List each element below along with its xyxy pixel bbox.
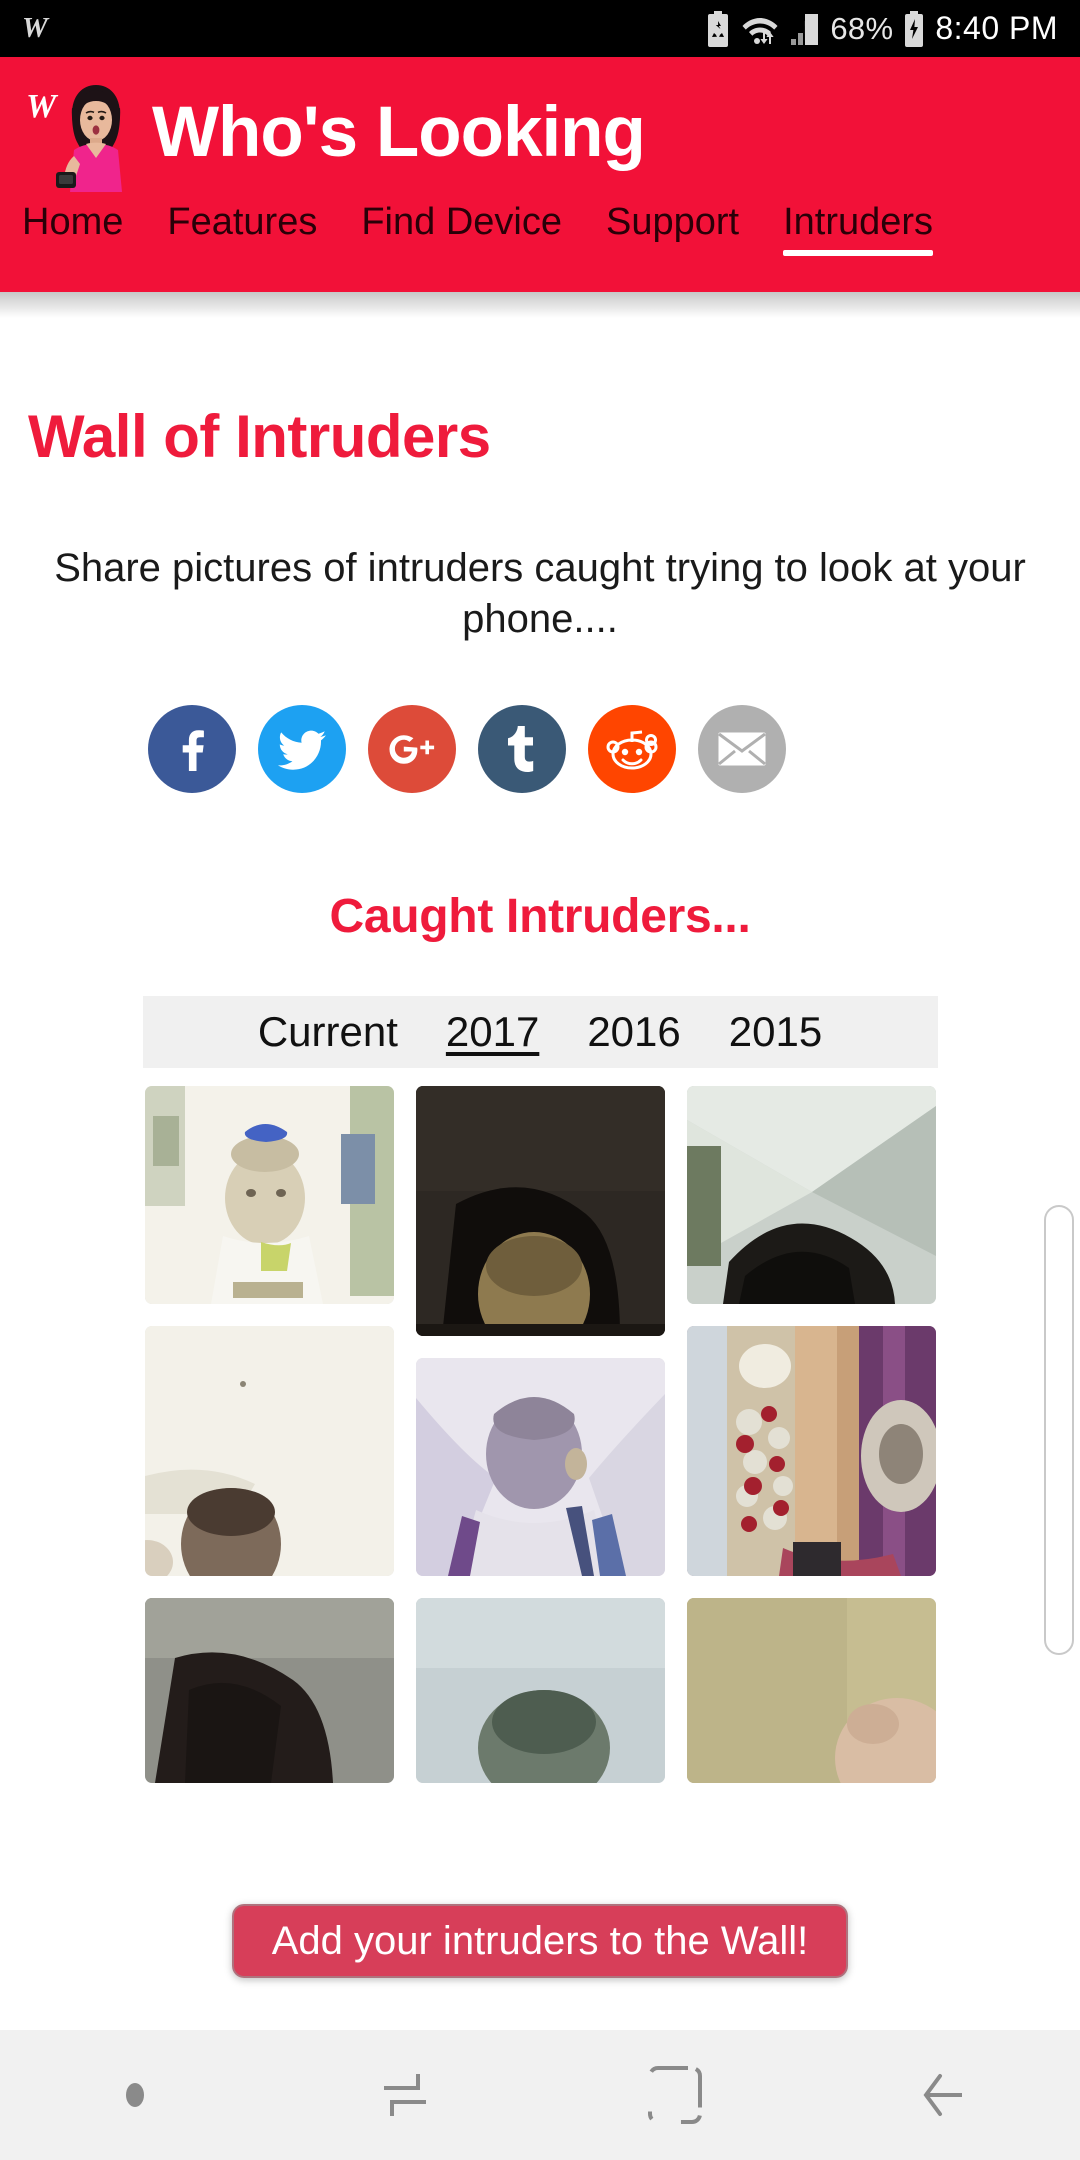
share-facebook-button[interactable] (148, 705, 236, 794)
reddit-icon (606, 730, 658, 770)
intruder-photo[interactable] (145, 1326, 394, 1577)
wifi-transfer-icon (740, 12, 780, 46)
nav-item-support[interactable]: Support (584, 201, 761, 258)
gallery-column-3 (687, 1086, 936, 1784)
status-bar-left: W (22, 12, 48, 45)
year-tab-2015[interactable]: 2015 (705, 1008, 846, 1056)
back-button[interactable] (810, 2030, 1080, 2160)
man-on-white-wall-photo (145, 1326, 394, 1577)
add-intruders-button[interactable]: Add your intruders to the Wall! (232, 1904, 848, 1978)
recents-button[interactable] (270, 2030, 540, 2160)
gallery-column-2 (416, 1086, 665, 1784)
app-logo: W (22, 72, 140, 192)
vertical-scrollbar[interactable] (1044, 1205, 1074, 1655)
ceiling-and-head-photo (687, 1086, 936, 1305)
page-description: Share pictures of intruders caught tryin… (54, 546, 1026, 642)
twitter-icon (277, 730, 326, 771)
gallery-column-1 (145, 1086, 394, 1784)
woman-with-long-hair-photo (687, 1326, 936, 1577)
light-blue-blur-photo (416, 1598, 665, 1784)
app-title: Who's Looking (152, 92, 646, 172)
facebook-icon (182, 730, 204, 772)
share-tumblr-button[interactable] (478, 705, 566, 794)
status-bar-right: 68% 8:40 PM (705, 10, 1058, 47)
app-nav: Home Features Find Device Support Intrud… (0, 201, 1080, 258)
intruder-photo[interactable] (145, 1086, 394, 1305)
nav-item-features[interactable]: Features (145, 201, 339, 258)
envelope-icon (718, 732, 766, 766)
intruder-photo-grid (145, 1086, 936, 1784)
status-bar: W 68% 8:40 PM (0, 0, 1080, 57)
section-title: Caught Intruders... (329, 890, 751, 944)
page-content: Wall of Intruders Share pictures of intr… (0, 292, 1080, 1978)
year-tab-2016[interactable]: 2016 (563, 1008, 704, 1056)
cellular-signal-icon (789, 12, 821, 46)
nav-item-find-device[interactable]: Find Device (339, 201, 584, 258)
year-tab-2017[interactable]: 2017 (422, 1008, 563, 1056)
nav-item-intruders[interactable]: Intruders (761, 201, 955, 258)
recents-icon (384, 2074, 426, 2116)
intruder-photo[interactable] (687, 1086, 936, 1305)
brand-row: W Who's Looking (0, 57, 1080, 207)
year-tab-bar: Current 2017 2016 2015 (142, 996, 938, 1069)
tan-wall-close-up-photo (687, 1598, 936, 1784)
intruder-photo[interactable] (145, 1598, 394, 1784)
share-buttons-row (148, 705, 1080, 794)
dot-icon (126, 2083, 144, 2107)
year-tab-current[interactable]: Current (234, 1008, 422, 1056)
back-arrow-icon (923, 2074, 962, 2116)
google-plus-icon (389, 735, 435, 765)
share-twitter-button[interactable] (258, 705, 346, 794)
add-intruders-label: Add your intruders to the Wall! (271, 1918, 809, 1963)
tumblr-icon (508, 726, 534, 773)
person-in-hoodie-photo (416, 1358, 665, 1577)
home-button[interactable] (540, 2030, 810, 2160)
dark-room-silhouette-photo (416, 1086, 665, 1337)
clock-label: 8:40 PM (935, 10, 1058, 46)
child-in-white-room-photo (145, 1086, 394, 1305)
share-google-plus-button[interactable] (368, 705, 456, 794)
page-title: Wall of Intruders (28, 403, 491, 470)
intruder-photo[interactable] (416, 1358, 665, 1577)
intruder-photo[interactable] (416, 1086, 665, 1337)
share-email-button[interactable] (698, 705, 786, 794)
woman-with-phone-logo-icon (56, 85, 122, 192)
app-header: W Who's Looking Home Features Find Devic… (0, 57, 1080, 292)
intruder-photo[interactable] (416, 1598, 665, 1784)
share-reddit-button[interactable] (588, 705, 676, 794)
phone-screen: W 68% 8:40 PM W Who's Looking Home Featu… (0, 0, 1080, 2160)
battery-percent-label: 68% (830, 10, 894, 46)
battery-charging-icon (902, 10, 926, 47)
intruder-photo[interactable] (687, 1598, 936, 1784)
home-square-icon (648, 2066, 702, 2124)
battery-saver-icon (705, 10, 731, 47)
nav-item-home[interactable]: Home (22, 201, 145, 258)
intruder-photo[interactable] (687, 1326, 936, 1577)
assistant-dot-button[interactable] (0, 2030, 270, 2160)
system-navigation-bar (0, 2030, 1080, 2160)
app-notification-badge: W (22, 12, 49, 44)
dark-hair-person-photo (145, 1598, 394, 1784)
